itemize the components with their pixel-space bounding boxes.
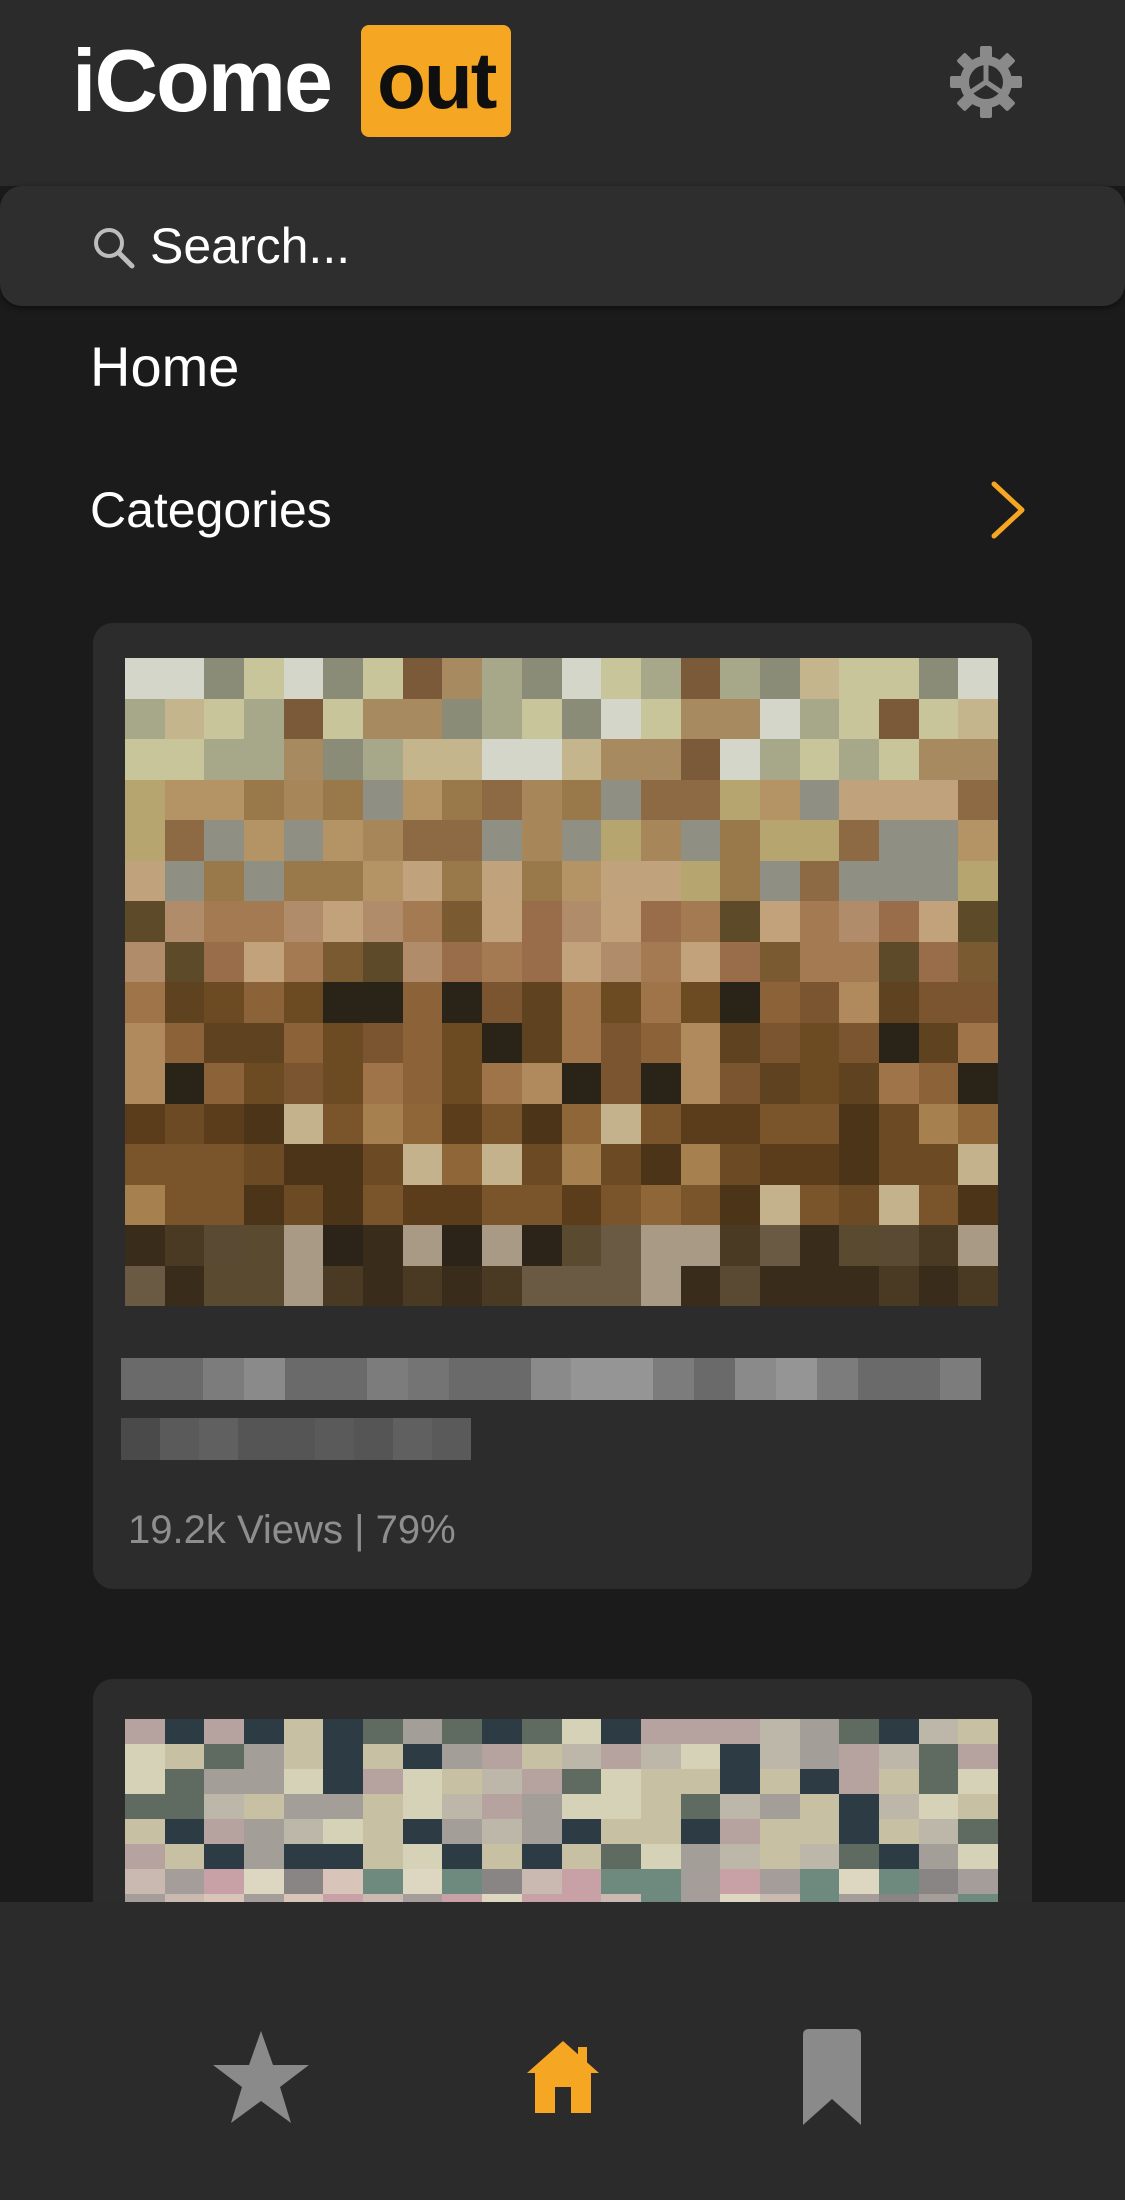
censored-title-line <box>121 1358 982 1400</box>
video-title[interactable] <box>121 1358 982 1478</box>
search-input[interactable] <box>150 216 1050 276</box>
logo-text: iCome <box>72 31 333 130</box>
page-title: Home <box>90 335 240 398</box>
nav-bookmarks-button[interactable] <box>777 2022 887 2132</box>
video-views: 19.2k Views <box>128 1508 343 1552</box>
video-rating: 79% <box>375 1508 456 1552</box>
gear-icon <box>950 46 1022 118</box>
app-logo[interactable]: iCome out <box>72 25 512 137</box>
bottom-nav <box>0 1902 1125 2200</box>
home-icon <box>527 2041 599 2113</box>
search-icon <box>94 228 135 269</box>
top-bar: iCome out <box>0 0 1125 186</box>
nav-favorites-button[interactable] <box>206 2022 316 2132</box>
nav-home-button[interactable] <box>508 2022 618 2132</box>
bookmark-icon <box>803 2029 861 2125</box>
stats-separator: | <box>354 1508 365 1552</box>
settings-button[interactable] <box>944 40 1028 124</box>
censored-title-line <box>121 1418 472 1460</box>
categories-link[interactable]: Categories <box>90 470 1030 550</box>
search-bar <box>0 186 1125 306</box>
star-icon <box>213 2031 309 2123</box>
logo-badge: out <box>360 25 512 137</box>
chevron-right-icon <box>991 481 1025 539</box>
video-card[interactable]: 19.2k Views | 79% <box>93 623 1032 1589</box>
video-stats: 19.2k Views | 79% <box>128 1508 456 1553</box>
video-thumbnail[interactable] <box>125 658 998 1306</box>
categories-label: Categories <box>90 482 332 538</box>
